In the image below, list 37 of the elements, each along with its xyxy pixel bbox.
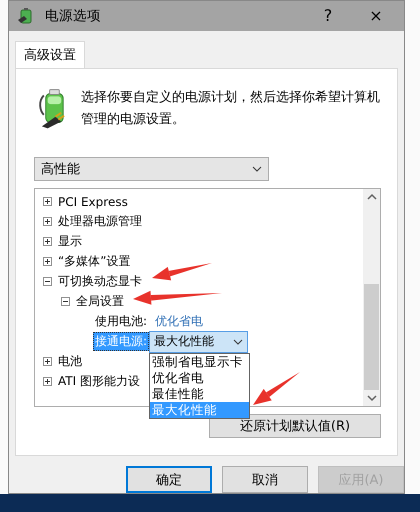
- expand-icon[interactable]: [43, 257, 52, 266]
- chevron-down-icon: [233, 338, 244, 345]
- expand-icon[interactable]: [43, 197, 52, 206]
- tree-item[interactable]: 处理器电源管理: [58, 213, 142, 230]
- annotation-arrow: [253, 372, 300, 405]
- scrollbar[interactable]: [363, 188, 380, 406]
- tree-item[interactable]: 显示: [58, 233, 82, 250]
- expand-icon[interactable]: [43, 377, 52, 386]
- expand-icon[interactable]: [43, 357, 52, 366]
- chevron-down-icon: [252, 166, 262, 172]
- tab[interactable]: 高级设置: [15, 40, 85, 68]
- annotation-arrow: [152, 263, 212, 280]
- help-button[interactable]: ?: [308, 6, 348, 26]
- plan-dropdown[interactable]: 高性能: [34, 156, 269, 181]
- tree-item[interactable]: 可切换动态显卡: [58, 273, 142, 290]
- setting-value[interactable]: 优化省电: [155, 313, 204, 330]
- dropdown-value: 高性能: [41, 160, 80, 178]
- dropdown-option[interactable]: 最佳性能: [150, 386, 250, 402]
- collapse-icon[interactable]: [43, 277, 52, 286]
- expand-icon[interactable]: [43, 237, 52, 246]
- tree-item[interactable]: 电池: [58, 353, 82, 370]
- dialog-button[interactable]: 确定: [126, 466, 212, 493]
- dialog-button[interactable]: 取消: [222, 466, 308, 493]
- scroll-thumb[interactable]: [364, 284, 379, 390]
- setting-label[interactable]: 使用电池:: [93, 312, 150, 332]
- tree-item[interactable]: PCI Express: [58, 194, 128, 209]
- dropdown-option[interactable]: 强制省电显示卡: [150, 354, 250, 370]
- tree-item[interactable]: “多媒体”设置: [58, 253, 130, 270]
- dropdown-value: 最大化性能: [154, 333, 214, 350]
- collapse-icon[interactable]: [61, 297, 70, 306]
- window-title: 电源选项: [45, 6, 102, 25]
- tree-item[interactable]: ATI 图形能力设: [58, 373, 140, 390]
- dropdown-option[interactable]: 优化省电: [150, 370, 250, 386]
- description-text: 选择你要自定义的电源计划，然后选择你希望计算机管理的电源设置。: [80, 88, 381, 129]
- close-button[interactable]: ×: [356, 6, 396, 26]
- tree-item[interactable]: 全局设置: [76, 293, 124, 310]
- expand-icon[interactable]: [43, 217, 52, 226]
